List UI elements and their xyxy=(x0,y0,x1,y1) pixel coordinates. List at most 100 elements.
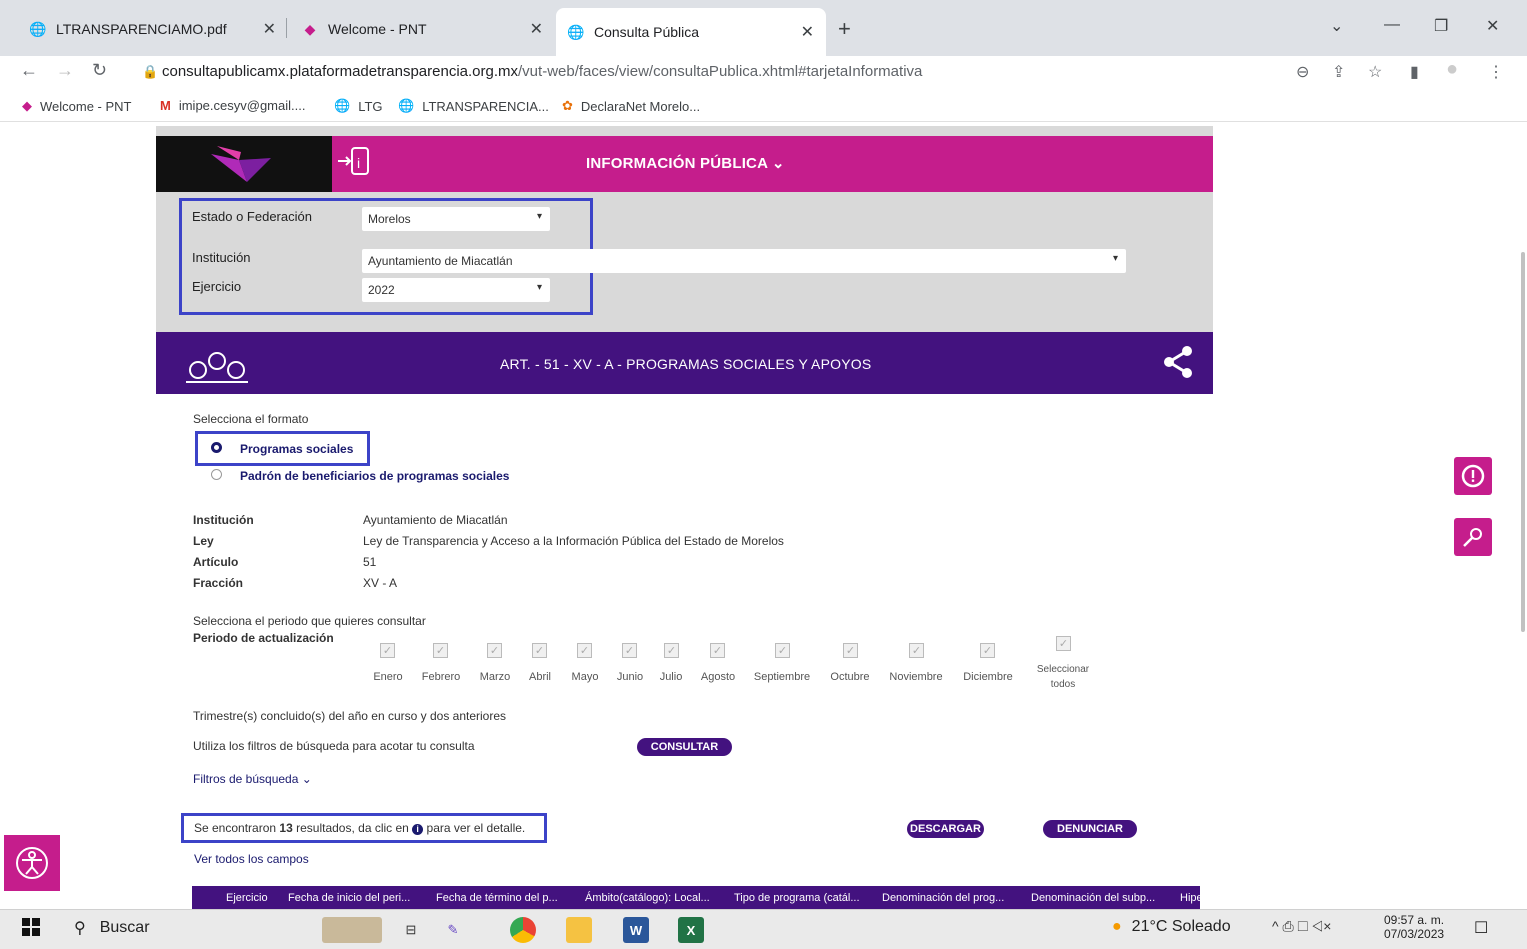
column-header[interactable]: Denominación del prog... xyxy=(882,892,1004,904)
checkbox-junio[interactable]: ✓ xyxy=(622,643,637,658)
menu-icon[interactable]: ⋮ xyxy=(1488,62,1504,82)
checkbox-noviembre[interactable]: ✓ xyxy=(909,643,924,658)
descargar-button[interactable]: DESCARGAR xyxy=(907,820,984,838)
file-explorer-icon[interactable] xyxy=(566,917,592,943)
column-header[interactable]: Hipe xyxy=(1180,892,1200,904)
column-header[interactable]: Fecha de inicio del peri... xyxy=(288,892,410,904)
column-header[interactable]: Denominación del subp... xyxy=(1031,892,1155,904)
share-page-icon[interactable]: ⇪ xyxy=(1332,62,1345,82)
profile-avatar[interactable]: ● xyxy=(1446,58,1458,81)
page-scrollbar[interactable] xyxy=(1521,252,1525,632)
obligation-banner: ART. - 51 - XV - A - PROGRAMAS SOCIALES … xyxy=(156,332,1213,394)
bookmark-welcome-pnt[interactable]: ◆ Welcome - PNT xyxy=(22,98,132,114)
radio-padron-beneficiarios[interactable] xyxy=(211,469,222,480)
bookmark-gmail[interactable]: Mimipe.cesyv@gmail.... xyxy=(160,98,305,113)
detail-key: Ley xyxy=(193,534,214,548)
radio-programas-sociales[interactable] xyxy=(211,442,222,453)
filtros-busqueda-link[interactable]: Filtros de búsqueda ⌄ xyxy=(193,772,312,786)
checkbox-agosto[interactable]: ✓ xyxy=(710,643,725,658)
omnibox[interactable]: 🔒 consultapublicamx.plataformadetranspar… xyxy=(132,58,1284,88)
institucion-select[interactable]: Ayuntamiento de Miacatlán ▾ xyxy=(362,249,1126,273)
month-label: Diciembre xyxy=(963,671,1013,683)
chevron-down-icon[interactable]: ⌄ xyxy=(1330,16,1343,36)
checkbox-mayo[interactable]: ✓ xyxy=(577,643,592,658)
url-text[interactable]: consultapublicamx.plataformadetransparen… xyxy=(162,63,922,80)
checkbox-septiembre[interactable]: ✓ xyxy=(775,643,790,658)
results-table-header: Ejercicio Fecha de inicio del peri... Fe… xyxy=(192,886,1200,909)
checkbox-octubre[interactable]: ✓ xyxy=(843,643,858,658)
bookmark-declaranet[interactable]: ✿ DeclaraNet Morelo... xyxy=(562,98,700,114)
word-icon[interactable]: W xyxy=(623,917,649,943)
bookmark-star-icon[interactable]: ☆ xyxy=(1368,62,1382,82)
zoom-icon[interactable]: ⊖ xyxy=(1296,62,1309,82)
period-label: Periodo de actualización xyxy=(193,631,334,645)
clock[interactable]: 09:57 a. m. 07/03/2023 xyxy=(1384,913,1444,941)
news-widget-icon[interactable] xyxy=(322,917,382,943)
bookmark-ltg[interactable]: 🌐 LTG xyxy=(334,98,383,114)
month-label: Julio xyxy=(659,671,683,683)
consultar-button[interactable]: CONSULTAR xyxy=(637,738,732,756)
minimize-button[interactable]: — xyxy=(1384,16,1400,34)
tab-welcome-pnt[interactable]: ◆ Welcome - PNT ✕ xyxy=(290,10,555,48)
forward-button[interactable]: → xyxy=(56,60,74,81)
bookmark-ltransparencia[interactable]: 🌐 LTRANSPARENCIA... xyxy=(398,98,549,114)
task-view-icon[interactable]: ⊟ xyxy=(398,917,424,943)
tray-icons[interactable]: ^ ⎙ ☐ ◁× xyxy=(1272,918,1331,935)
checkbox-diciembre[interactable]: ✓ xyxy=(980,643,995,658)
clock-date: 07/03/2023 xyxy=(1384,927,1445,941)
tab-ltransparencia[interactable]: 🌐 LTRANSPARENCIAMO.pdf ✕ xyxy=(18,10,288,48)
side-panel-icon[interactable]: ▮ xyxy=(1410,62,1419,82)
reload-button[interactable]: ↻ xyxy=(92,60,107,81)
taskbar-search[interactable]: ⚲ Buscar xyxy=(74,918,150,938)
denunciar-button[interactable]: DENUNCIAR xyxy=(1043,820,1137,838)
tab-consulta-publica[interactable]: 🌐 Consulta Pública ✕ xyxy=(556,8,826,56)
month-label: Octubre xyxy=(830,671,870,683)
close-icon[interactable]: ✕ xyxy=(263,19,276,39)
close-icon[interactable]: ✕ xyxy=(801,22,814,42)
alert-icon[interactable] xyxy=(1454,457,1492,495)
tab-separator xyxy=(286,18,287,38)
gmail-icon: M xyxy=(160,98,171,113)
weather-widget[interactable]: ● 21°C Soleado xyxy=(1112,918,1231,936)
windows-start-icon[interactable] xyxy=(22,918,40,936)
paint-icon[interactable]: ✎ xyxy=(440,917,466,943)
chrome-icon[interactable] xyxy=(510,917,536,943)
checkbox-marzo[interactable]: ✓ xyxy=(487,643,502,658)
checkbox-enero[interactable]: ✓ xyxy=(380,643,395,658)
column-header[interactable]: Fecha de término del p... xyxy=(436,892,558,904)
ejercicio-label: Ejercicio xyxy=(192,279,242,294)
estado-select[interactable]: Morelos ▾ xyxy=(362,207,550,231)
checkbox-julio[interactable]: ✓ xyxy=(664,643,679,658)
caret-down-icon: ▾ xyxy=(536,211,542,222)
window-close-button[interactable]: ✕ xyxy=(1486,16,1499,36)
pnt-logo[interactable] xyxy=(156,136,332,192)
estado-label: Estado o Federación xyxy=(192,209,312,224)
radio-label: Programas sociales xyxy=(240,442,354,456)
tools-wrench-icon[interactable] xyxy=(1454,518,1492,556)
month-label: Agosto xyxy=(700,671,736,683)
info-login-icon[interactable]: i xyxy=(336,146,370,182)
ejercicio-select[interactable]: 2022 ▾ xyxy=(362,278,550,302)
share-icon[interactable] xyxy=(1161,344,1195,380)
notifications-icon[interactable]: ☐ xyxy=(1474,918,1488,938)
format-prompt: Selecciona el formato xyxy=(193,412,309,426)
url-path: /vut-web/faces/view/consultaPublica.xhtm… xyxy=(518,63,923,80)
globe-icon: 🌐 xyxy=(29,20,47,37)
column-header[interactable]: Ámbito(catálogo): Local... xyxy=(585,892,710,904)
ver-todos-campos-link[interactable]: Ver todos los campos xyxy=(194,852,309,866)
column-header[interactable]: Ejercicio xyxy=(226,892,268,904)
excel-icon[interactable]: X xyxy=(678,917,704,943)
new-tab-button[interactable]: + xyxy=(838,16,851,42)
accessibility-icon[interactable] xyxy=(4,835,60,891)
clock-time: 09:57 a. m. xyxy=(1384,913,1445,927)
column-header[interactable]: Tipo de programa (catál... xyxy=(734,892,860,904)
back-button[interactable]: ← xyxy=(20,60,38,81)
checkbox-febrero[interactable]: ✓ xyxy=(433,643,448,658)
checkbox-seleccionar-todos[interactable]: ✓ xyxy=(1056,636,1071,651)
close-icon[interactable]: ✕ xyxy=(530,19,543,39)
informacion-publica-menu[interactable]: INFORMACIÓN PÚBLICA ⌄ xyxy=(586,154,785,172)
restore-button[interactable]: ❐ xyxy=(1434,16,1448,36)
checkbox-abril[interactable]: ✓ xyxy=(532,643,547,658)
month-label: Septiembre xyxy=(753,671,811,683)
detail-key: Artículo xyxy=(193,555,239,569)
